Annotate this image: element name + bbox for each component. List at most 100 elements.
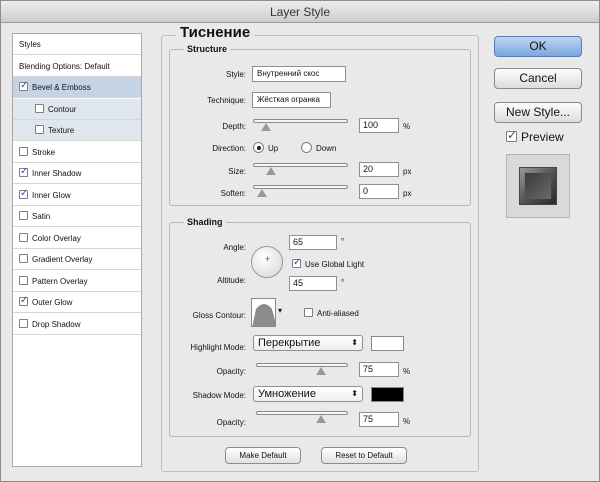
direction-up-radio[interactable]: [253, 142, 264, 153]
layer-style-window: Layer Style Styles Blending Options: Defa…: [0, 0, 600, 482]
size-unit: px: [403, 167, 412, 176]
anti-aliased-row[interactable]: Anti-aliased: [304, 308, 359, 318]
anti-aliased-label: Anti-aliased: [317, 309, 359, 318]
highlight-mode-select[interactable]: Перекрытие ⬍: [253, 335, 363, 351]
style-item-styles[interactable]: Styles: [13, 34, 141, 55]
style-item-bevel-emboss[interactable]: Bevel & Emboss: [13, 77, 141, 98]
angle-unit: °: [341, 237, 345, 246]
style-item-checkbox[interactable]: [19, 294, 28, 308]
soften-slider[interactable]: [253, 185, 348, 197]
soften-input[interactable]: 0: [359, 184, 399, 199]
gloss-contour-arrow[interactable]: ▾: [278, 306, 282, 315]
preview-label: Preview: [521, 130, 564, 144]
angle-label: Angle:: [223, 243, 246, 252]
size-slider-thumb[interactable]: [266, 167, 277, 175]
style-item-label: Color Overlay: [32, 233, 81, 243]
highlight-opacity-thumb[interactable]: [315, 367, 326, 375]
highlight-opacity-slider[interactable]: [256, 363, 348, 375]
depth-slider-thumb[interactable]: [260, 123, 271, 131]
depth-input[interactable]: 100: [359, 118, 399, 133]
title-bar: Layer Style: [1, 1, 599, 23]
global-light-checkbox[interactable]: [292, 256, 301, 270]
shadow-mode-label: Shadow Mode:: [192, 391, 246, 400]
style-item-checkbox[interactable]: [19, 79, 28, 93]
direction-down-radio[interactable]: [301, 142, 312, 153]
highlight-color-swatch[interactable]: [371, 336, 404, 351]
style-item-outer-glow[interactable]: Outer Glow: [13, 292, 141, 313]
style-item-color-overlay[interactable]: Color Overlay: [13, 228, 141, 249]
style-item-label: Drop Shadow: [32, 319, 81, 329]
style-item-inner-glow[interactable]: Inner Glow: [13, 185, 141, 206]
style-item-checkbox[interactable]: [19, 165, 28, 179]
altitude-unit: °: [341, 278, 345, 287]
highlight-opacity-input[interactable]: 75: [359, 362, 399, 377]
style-item-label: Stroke: [32, 147, 56, 157]
preview-thumbnail: [506, 154, 570, 218]
style-item-label: Texture: [48, 126, 75, 135]
size-input[interactable]: 20: [359, 162, 399, 177]
shadow-opacity-input[interactable]: 75: [359, 412, 399, 427]
gloss-contour-curve: [252, 304, 275, 326]
style-item-inner-shadow[interactable]: Inner Shadow: [13, 163, 141, 184]
depth-slider[interactable]: [253, 119, 348, 131]
style-item-gradient-overlay[interactable]: Gradient Overlay: [13, 249, 141, 270]
style-item-contour[interactable]: Contour: [13, 98, 141, 120]
shadow-opacity-thumb[interactable]: [315, 415, 326, 423]
preview-tile: [519, 167, 557, 205]
shadow-opacity-slider[interactable]: [256, 411, 348, 423]
ok-button[interactable]: OK: [494, 36, 582, 57]
preview-checkbox[interactable]: [506, 128, 517, 142]
highlight-mode-label: Highlight Mode:: [190, 343, 246, 352]
anti-aliased-checkbox[interactable]: [304, 308, 313, 317]
altitude-input[interactable]: 45: [289, 276, 337, 291]
style-label: Style:: [225, 70, 246, 79]
style-item-satin[interactable]: Satin: [13, 206, 141, 227]
technique-select[interactable]: Жёсткая огранка: [252, 92, 331, 108]
style-item-checkbox[interactable]: [35, 125, 44, 134]
style-item-label: Satin: [32, 212, 51, 221]
cancel-button[interactable]: Cancel: [494, 68, 582, 89]
window-title: Layer Style: [269, 5, 331, 19]
style-item-label: Gradient Overlay: [32, 255, 93, 264]
depth-unit: %: [403, 122, 411, 131]
style-item-checkbox[interactable]: [35, 103, 44, 113]
direction-down-label: Down: [316, 144, 337, 153]
style-item-checkbox[interactable]: [19, 318, 28, 328]
highlight-opacity-label: Opacity:: [216, 367, 246, 376]
style-item-label: Inner Shadow: [32, 169, 82, 178]
soften-slider-thumb[interactable]: [257, 189, 267, 197]
new-style-button[interactable]: New Style...: [494, 102, 582, 123]
style-item-checkbox[interactable]: [19, 275, 28, 285]
angle-input[interactable]: 65: [289, 235, 337, 250]
preview-row[interactable]: Preview: [506, 128, 564, 144]
style-item-label: Outer Glow: [32, 298, 73, 307]
style-item-checkbox[interactable]: [19, 254, 28, 263]
style-item-checkbox[interactable]: [19, 187, 28, 201]
highlight-opacity-unit: %: [403, 367, 411, 376]
make-default-button[interactable]: Make Default: [225, 447, 301, 464]
style-item-checkbox[interactable]: [19, 211, 28, 220]
shadow-mode-select[interactable]: Умножение ⬍: [253, 386, 363, 402]
shadow-color-swatch[interactable]: [371, 387, 404, 402]
shading-label: Shading: [184, 217, 226, 227]
reset-default-button[interactable]: Reset to Default: [321, 447, 407, 464]
angle-dial[interactable]: [251, 246, 283, 278]
gloss-contour-label: Gloss Contour:: [192, 311, 246, 320]
style-item-checkbox[interactable]: [19, 232, 28, 242]
size-slider[interactable]: [253, 163, 348, 175]
style-select[interactable]: Внутренний скос: [252, 66, 346, 82]
style-item-label: Bevel & Emboss: [32, 83, 91, 92]
global-light-row[interactable]: Use Global Light: [292, 256, 364, 270]
styles-list: Styles Blending Options: Default Bevel & E…: [12, 33, 142, 467]
structure-label: Structure: [184, 44, 231, 54]
gloss-contour-preview[interactable]: [251, 298, 276, 327]
shadow-mode-value: Умножение: [258, 388, 316, 400]
style-item-checkbox[interactable]: [19, 146, 28, 156]
style-item-blending-options-default[interactable]: Blending Options: Default: [13, 56, 141, 77]
size-label: Size:: [228, 167, 246, 176]
panel-title: Тиснение: [176, 24, 255, 41]
style-item-stroke[interactable]: Stroke: [13, 142, 141, 163]
style-item-drop-shadow[interactable]: Drop Shadow: [13, 314, 141, 335]
style-item-texture[interactable]: Texture: [13, 120, 141, 141]
style-item-pattern-overlay[interactable]: Pattern Overlay: [13, 271, 141, 292]
